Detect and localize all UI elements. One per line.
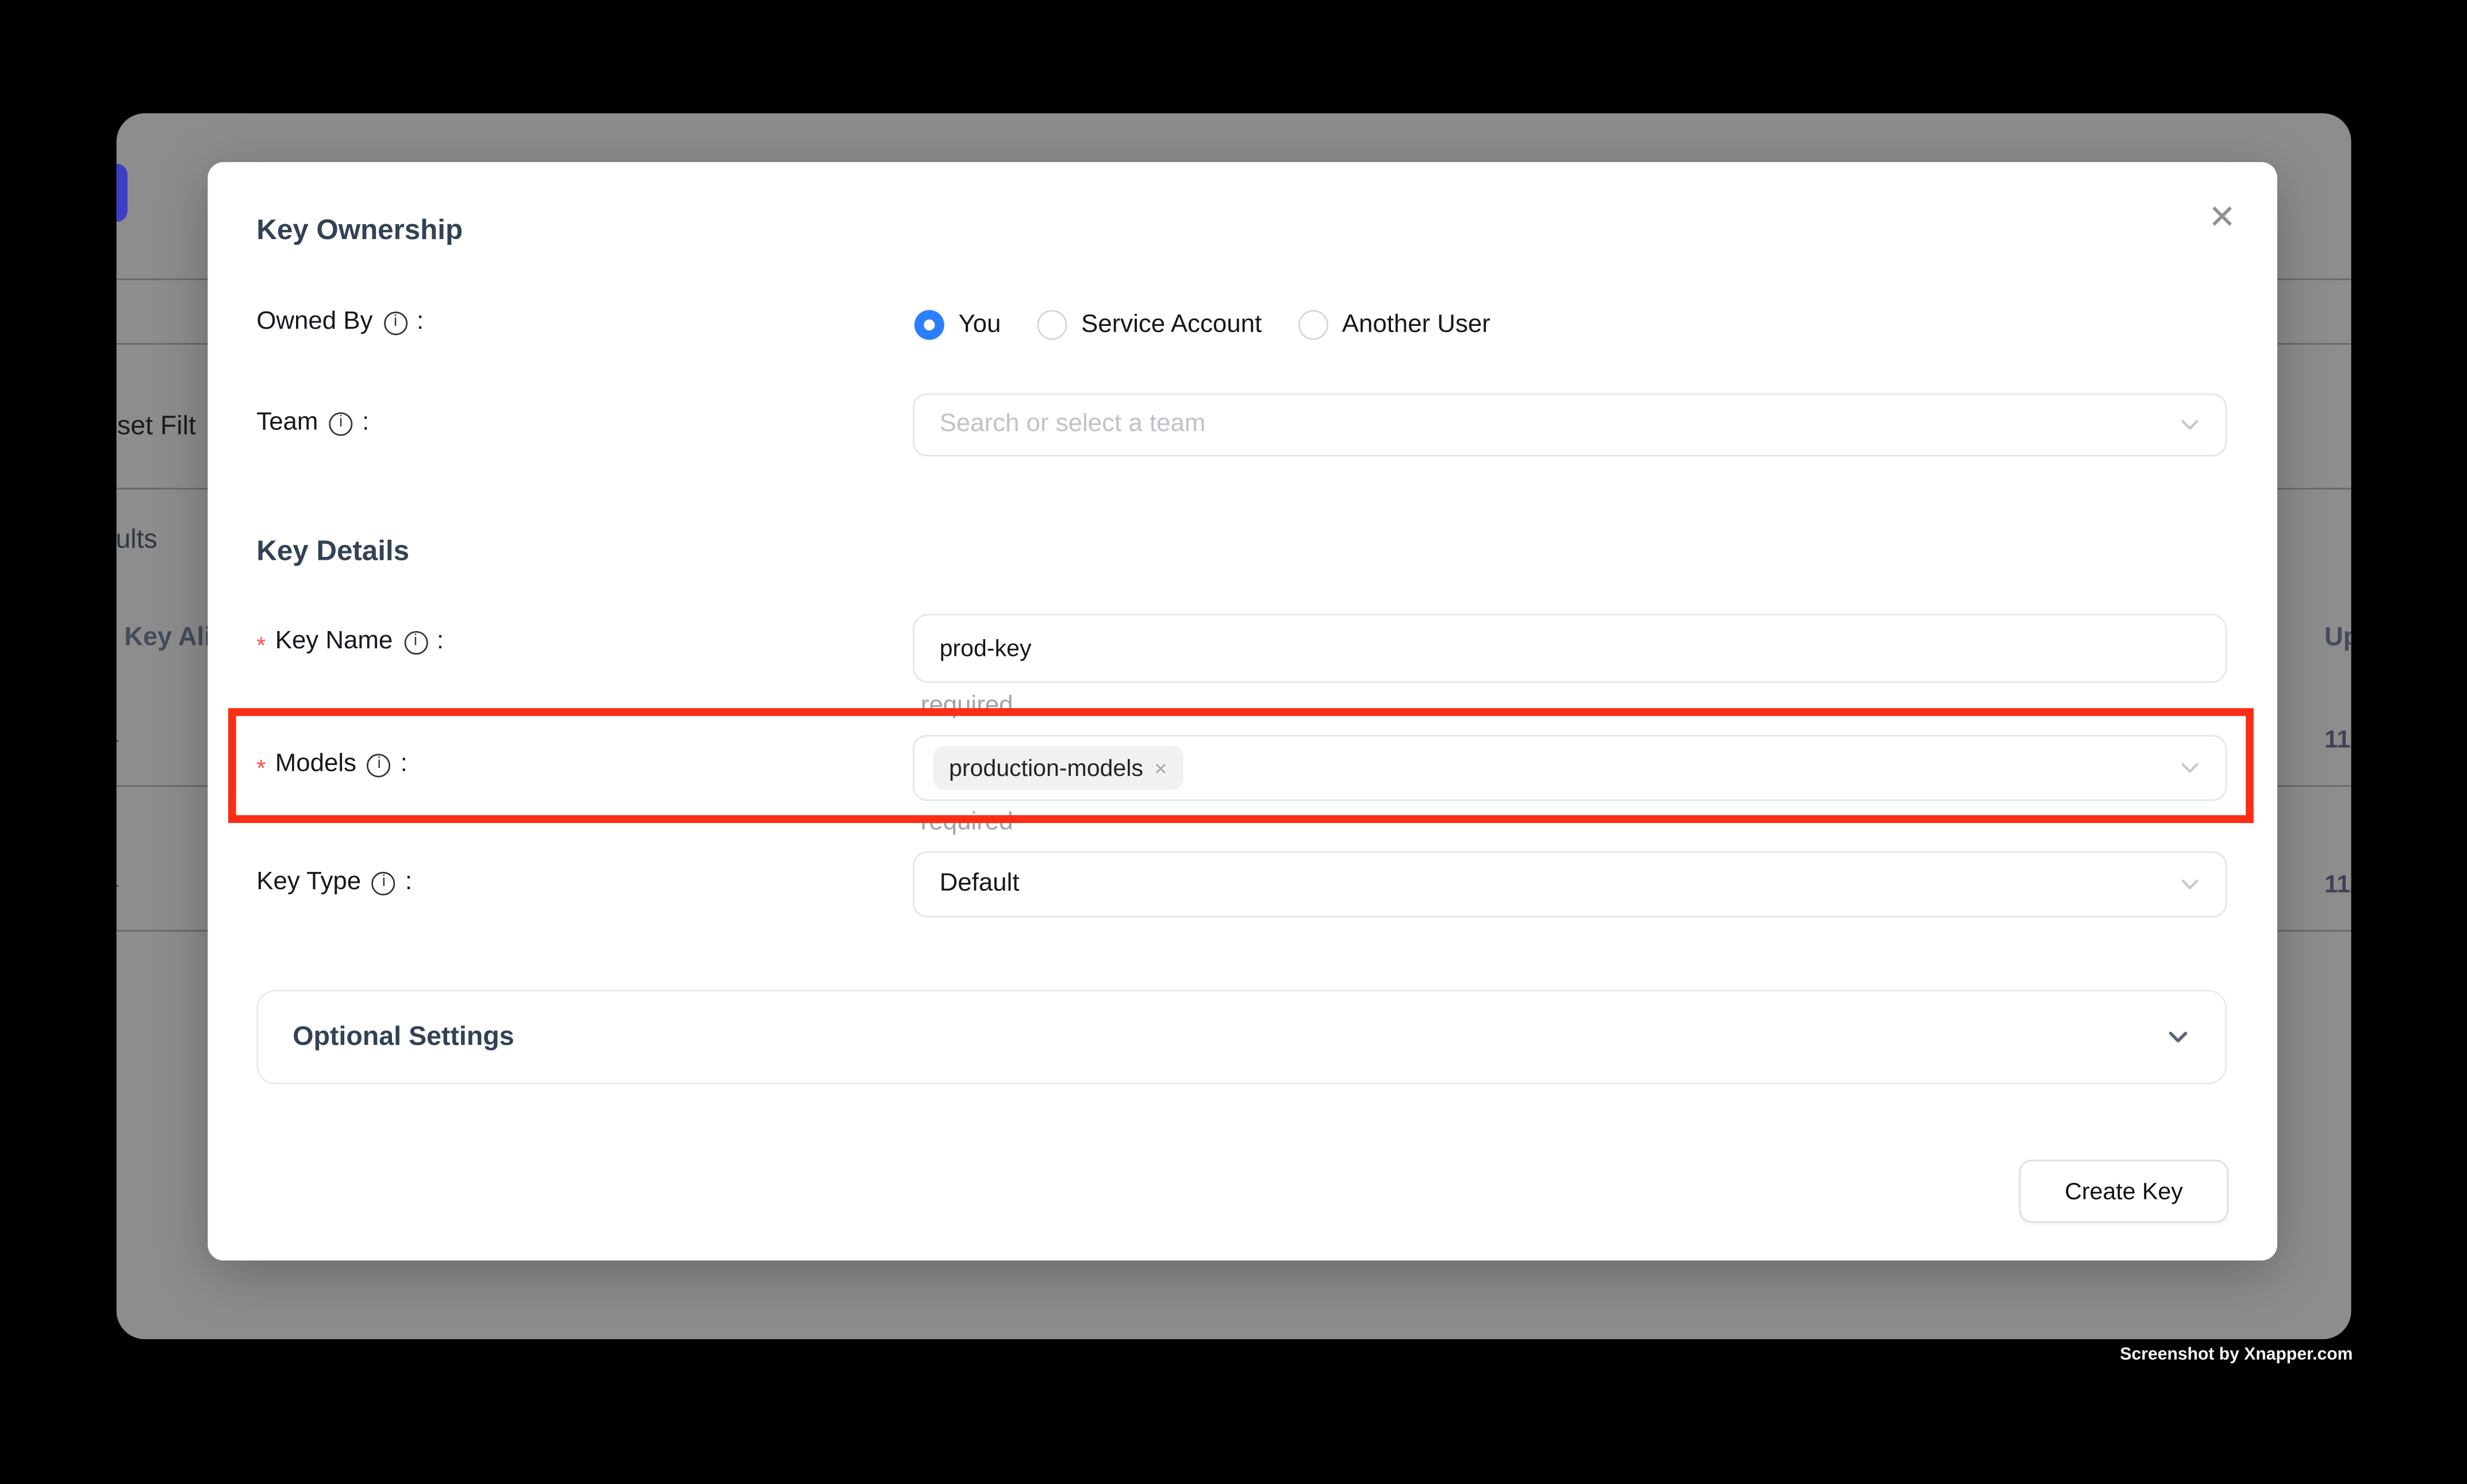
results-count-fragment: sults <box>117 524 157 556</box>
team-label: Team i : <box>256 409 369 437</box>
create-key-modal: ✕ Key Ownership Owned By i : You Service… <box>207 162 2277 1260</box>
key-type-label-text: Key Type <box>256 868 361 897</box>
radio-unselected-icon[interactable] <box>1298 310 1328 340</box>
key-name-input[interactable]: prod-key <box>913 614 2227 683</box>
models-label: * Models i : <box>256 751 408 779</box>
radio-label: Another User <box>1342 311 1490 339</box>
key-ownership-section-title: Key Ownership <box>256 214 463 247</box>
radio-label: You <box>958 311 1001 339</box>
key-details-section-title: Key Details <box>256 535 409 568</box>
create-key-button[interactable]: Create Key <box>2019 1160 2228 1223</box>
chevron-down-icon[interactable] <box>2165 1024 2191 1049</box>
reset-filters-button-fragment[interactable]: eset Filt <box>117 411 196 443</box>
key-name-label: * Key Name i : <box>256 628 444 656</box>
radio-option-another-user[interactable]: Another User <box>1298 310 1490 340</box>
team-select-placeholder: Search or select a team <box>940 411 1206 439</box>
radio-unselected-icon[interactable] <box>1037 310 1067 340</box>
team-label-text: Team <box>256 409 318 437</box>
team-select[interactable]: Search or select a team <box>913 394 2227 457</box>
chevron-down-icon <box>2178 872 2201 896</box>
info-icon[interactable]: i <box>372 871 395 894</box>
radio-label: Service Account <box>1081 311 1262 339</box>
required-asterisk: * <box>256 632 266 659</box>
radio-selected-icon[interactable] <box>914 310 944 340</box>
xnapper-watermark: Screenshot by Xnapper.com <box>2120 1345 2353 1364</box>
models-multiselect[interactable]: production-models × <box>913 735 2227 801</box>
optional-settings-accordion[interactable]: Optional Settings <box>256 990 2227 1084</box>
key-name-label-text: Key Name <box>275 628 393 656</box>
close-icon[interactable]: ✕ <box>2201 197 2242 237</box>
radio-option-you[interactable]: You <box>914 310 1001 340</box>
colon: : <box>417 309 424 337</box>
key-type-select[interactable]: Default <box>913 851 2227 917</box>
info-icon[interactable]: i <box>384 311 408 335</box>
table-row-cell: 11/ <box>2324 727 2351 755</box>
optional-settings-title: Optional Settings <box>293 1021 514 1053</box>
radio-option-service-account[interactable]: Service Account <box>1037 310 1262 340</box>
create-new-key-button-fragment[interactable] <box>117 164 128 222</box>
colon: : <box>401 751 408 779</box>
table-row-cell: 11/ <box>2324 872 2351 900</box>
key-name-value: prod-key <box>940 635 1032 662</box>
colon: : <box>437 628 444 656</box>
info-icon[interactable]: i <box>404 630 427 654</box>
selected-model-tag-label: production-models <box>949 755 1143 782</box>
info-icon[interactable]: i <box>329 412 353 435</box>
info-icon[interactable]: i <box>367 753 391 776</box>
owned-by-label-text: Owned By <box>256 309 372 337</box>
required-asterisk: * <box>256 755 266 782</box>
table-row-cell: - <box>117 727 120 754</box>
table-header-updated: Up <box>2324 623 2351 653</box>
key-type-label: Key Type i : <box>256 868 412 897</box>
colon: : <box>362 409 369 437</box>
chevron-down-icon <box>2178 413 2201 437</box>
chevron-down-icon <box>2178 756 2201 780</box>
owned-by-radio-group: You Service Account Another User <box>914 310 1490 340</box>
owned-by-label: Owned By i : <box>256 309 424 337</box>
screenshot-stage: eset Filt sults Key Alia Up - 11/ - 11/ … <box>0 0 2467 1484</box>
colon: : <box>405 868 412 897</box>
table-row-cell: - <box>117 872 120 899</box>
models-validation-text: required <box>921 809 1013 837</box>
tag-remove-icon[interactable]: × <box>1154 755 1167 781</box>
key-name-validation-text: required <box>921 693 1013 721</box>
selected-model-tag: production-models × <box>933 746 1183 790</box>
models-label-text: Models <box>275 751 356 779</box>
key-type-value: Default <box>940 870 1020 898</box>
